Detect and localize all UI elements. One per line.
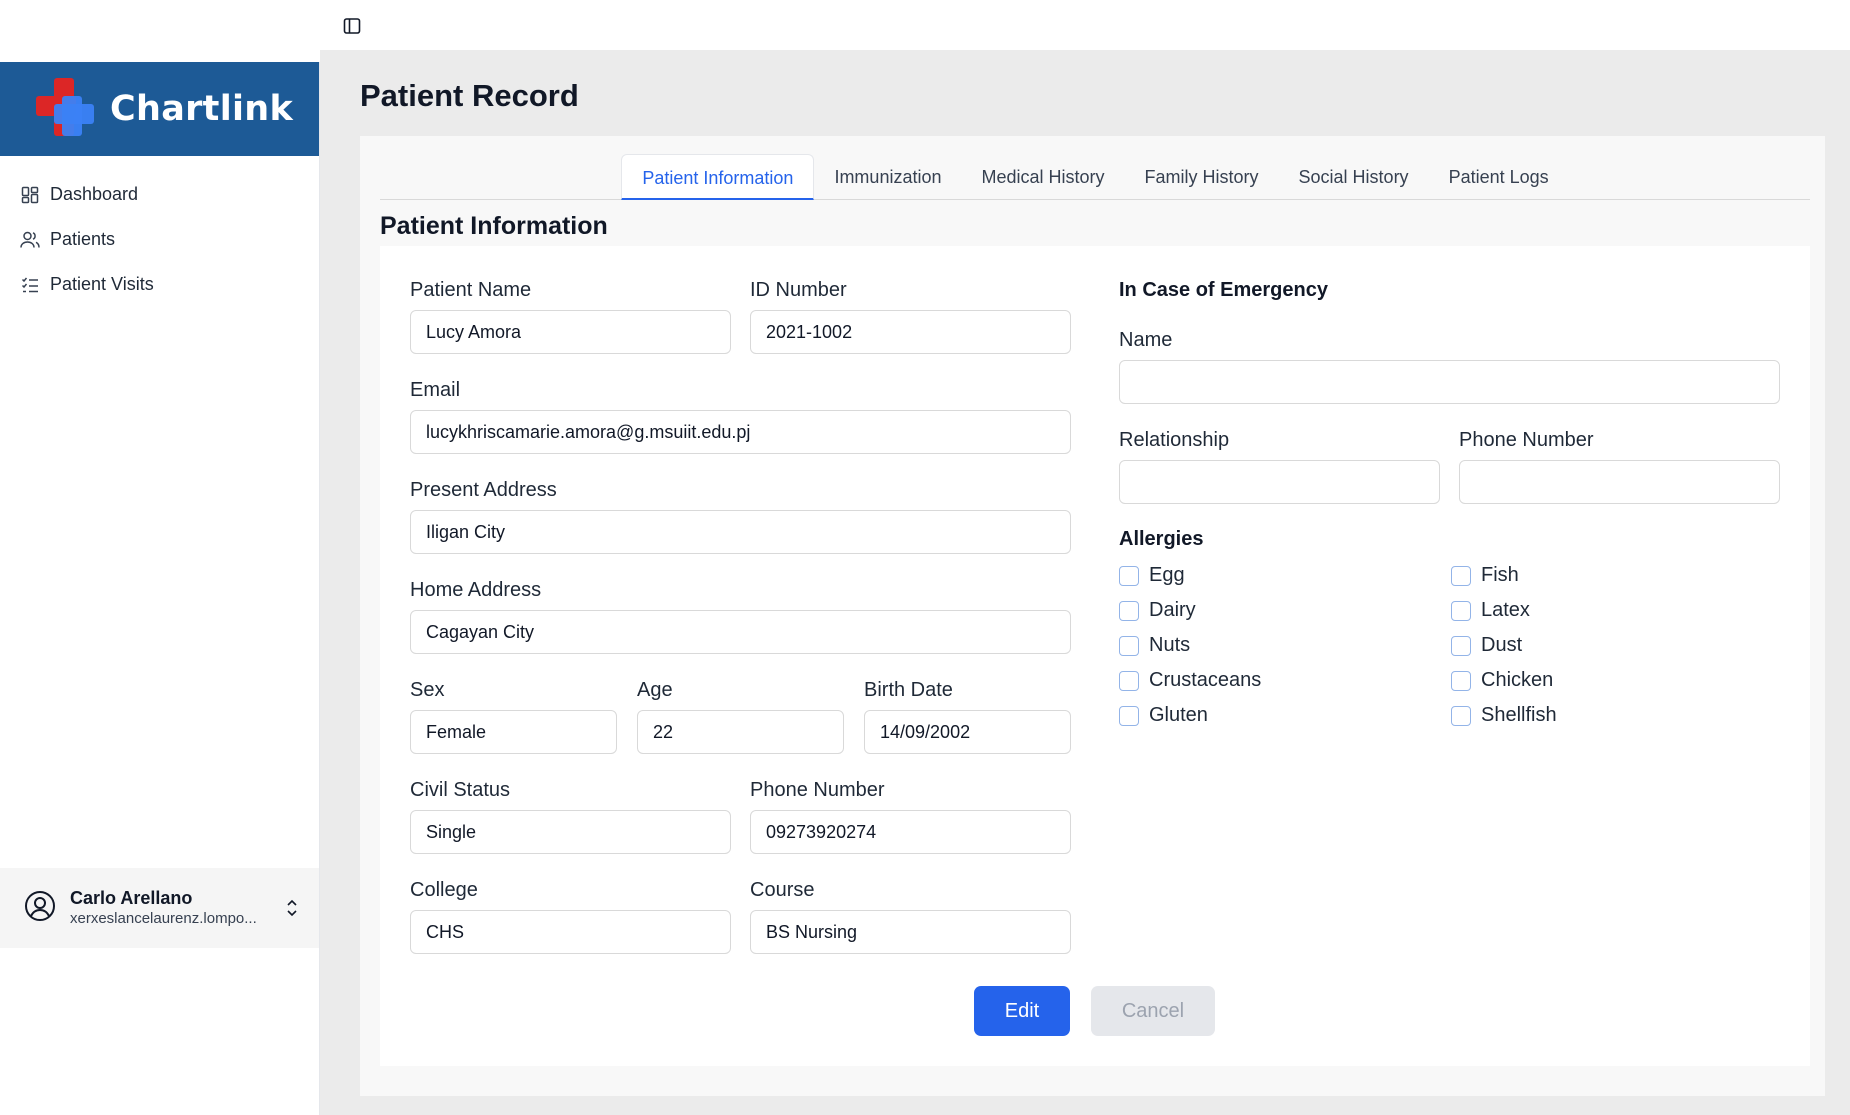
allergy-nuts-checkbox[interactable]: Nuts <box>1119 634 1190 657</box>
checkbox-label: Dust <box>1481 634 1523 656</box>
checkbox-label: Chicken <box>1481 669 1554 691</box>
section-title: Patient Information <box>380 212 608 240</box>
patient-name-input[interactable] <box>410 310 731 354</box>
civil-status-label: Civil Status <box>410 779 511 801</box>
college-label: College <box>410 879 478 901</box>
phone-number-label: Phone Number <box>750 779 885 801</box>
user-menu[interactable]: Carlo Arellano xerxeslancelaurenz.lompo.… <box>0 868 319 948</box>
id-number-input[interactable] <box>750 310 1071 354</box>
brand-header[interactable]: Chartlink <box>0 62 319 156</box>
checkbox-box[interactable] <box>1119 600 1139 621</box>
birth-date-label: Birth Date <box>864 679 953 701</box>
allergy-egg-checkbox[interactable]: Egg <box>1119 564 1185 587</box>
tab-medical-history[interactable]: Medical History <box>961 154 1124 200</box>
checkbox-label: Crustaceans <box>1149 669 1262 691</box>
user-avatar-icon <box>24 890 56 927</box>
sidebar-item-label: Patient Visits <box>50 274 154 294</box>
allergy-dairy-checkbox[interactable]: Dairy <box>1119 599 1196 622</box>
cancel-button[interactable]: Cancel <box>1091 986 1215 1036</box>
college-input[interactable] <box>410 910 731 954</box>
course-input[interactable] <box>750 910 1071 954</box>
chartlink-logo-icon <box>36 77 94 141</box>
allergy-fish-checkbox[interactable]: Fish <box>1451 564 1519 587</box>
birth-date-input[interactable] <box>864 710 1071 754</box>
sidebar-item-dashboard[interactable]: Dashboard <box>0 172 319 217</box>
checkbox-box[interactable] <box>1451 600 1471 621</box>
sidebar-item-patients[interactable]: Patients <box>0 217 319 262</box>
allergy-gluten-checkbox[interactable]: Gluten <box>1119 704 1208 727</box>
phone-number-input[interactable] <box>750 810 1071 854</box>
course-label: Course <box>750 879 815 901</box>
top-bar <box>0 0 1850 50</box>
checkbox-box[interactable] <box>1119 635 1139 656</box>
sidebar: Chartlink Dashboard Patients Patient Vis… <box>0 62 320 1115</box>
brand-name: Chartlink <box>110 89 294 129</box>
present-address-label: Present Address <box>410 479 557 501</box>
checkbox-box[interactable] <box>1119 565 1139 586</box>
tab-patient-logs[interactable]: Patient Logs <box>1429 154 1569 200</box>
page-title: Patient Record <box>360 78 579 113</box>
patient-name-label: Patient Name <box>410 279 532 301</box>
patient-form: Patient Name ID Number Email Present Add… <box>380 246 1810 1066</box>
checkbox-box[interactable] <box>1451 565 1471 586</box>
tab-social-history[interactable]: Social History <box>1279 154 1429 200</box>
allergy-crustaceans-checkbox[interactable]: Crustaceans <box>1119 669 1261 692</box>
checkbox-label: Dairy <box>1149 599 1196 621</box>
checkbox-label: Gluten <box>1149 704 1208 726</box>
emergency-name-label: Name <box>1119 329 1173 351</box>
age-label: Age <box>637 679 673 701</box>
emergency-relationship-label: Relationship <box>1119 429 1230 451</box>
checkbox-label: Egg <box>1149 564 1185 586</box>
allergy-chicken-checkbox[interactable]: Chicken <box>1451 669 1553 692</box>
sex-label: Sex <box>410 679 445 701</box>
checkbox-label: Latex <box>1481 599 1530 621</box>
allergy-latex-checkbox[interactable]: Latex <box>1451 599 1530 622</box>
dashboard-grid-icon <box>20 185 40 205</box>
sidebar-toggle-icon[interactable] <box>340 14 364 38</box>
user-email: xerxeslancelaurenz.lompo... <box>70 910 257 927</box>
emergency-heading: In Case of Emergency <box>1119 279 1328 301</box>
user-name: Carlo Arellano <box>70 888 193 908</box>
sidebar-nav: Dashboard Patients Patient Visits <box>0 156 319 307</box>
allergy-dust-checkbox[interactable]: Dust <box>1451 634 1522 657</box>
chevron-up-down-icon <box>285 898 299 923</box>
emergency-relationship-input[interactable] <box>1119 460 1440 504</box>
emergency-name-input[interactable] <box>1119 360 1780 404</box>
home-address-input[interactable] <box>410 610 1071 654</box>
checkbox-box[interactable] <box>1451 670 1471 691</box>
checkbox-label: Fish <box>1481 564 1519 586</box>
allergy-shellfish-checkbox[interactable]: Shellfish <box>1451 704 1557 727</box>
sidebar-item-label: Patients <box>50 229 116 249</box>
checkbox-label: Shellfish <box>1481 704 1557 726</box>
patient-record-card: Patient Information Immunization Medical… <box>360 136 1825 1096</box>
checkbox-box[interactable] <box>1451 705 1471 726</box>
checkbox-box[interactable] <box>1119 705 1139 726</box>
sidebar-item-patient-visits[interactable]: Patient Visits <box>0 262 319 307</box>
list-check-icon <box>20 275 40 295</box>
emergency-phone-input[interactable] <box>1459 460 1780 504</box>
checkbox-label: Nuts <box>1149 634 1191 656</box>
age-input[interactable] <box>637 710 844 754</box>
id-number-label: ID Number <box>750 279 847 301</box>
checkbox-box[interactable] <box>1119 670 1139 691</box>
email-label: Email <box>410 379 461 401</box>
sex-input[interactable] <box>410 710 617 754</box>
users-icon <box>20 230 40 250</box>
main-content: Patient Record Patient Information Immun… <box>320 50 1850 1115</box>
tab-bar: Patient Information Immunization Medical… <box>380 154 1810 200</box>
sidebar-item-label: Dashboard <box>50 184 139 204</box>
checkbox-box[interactable] <box>1451 635 1471 656</box>
present-address-input[interactable] <box>410 510 1071 554</box>
tab-family-history[interactable]: Family History <box>1125 154 1279 200</box>
allergies-heading: Allergies <box>1119 528 1204 550</box>
edit-button[interactable]: Edit <box>974 986 1070 1036</box>
email-input[interactable] <box>410 410 1071 454</box>
home-address-label: Home Address <box>410 579 542 601</box>
tab-immunization[interactable]: Immunization <box>814 154 961 200</box>
tab-patient-information[interactable]: Patient Information <box>621 154 815 200</box>
emergency-phone-label: Phone Number <box>1459 429 1594 451</box>
user-info: Carlo Arellano xerxeslancelaurenz.lompo.… <box>70 887 270 929</box>
civil-status-input[interactable] <box>410 810 731 854</box>
